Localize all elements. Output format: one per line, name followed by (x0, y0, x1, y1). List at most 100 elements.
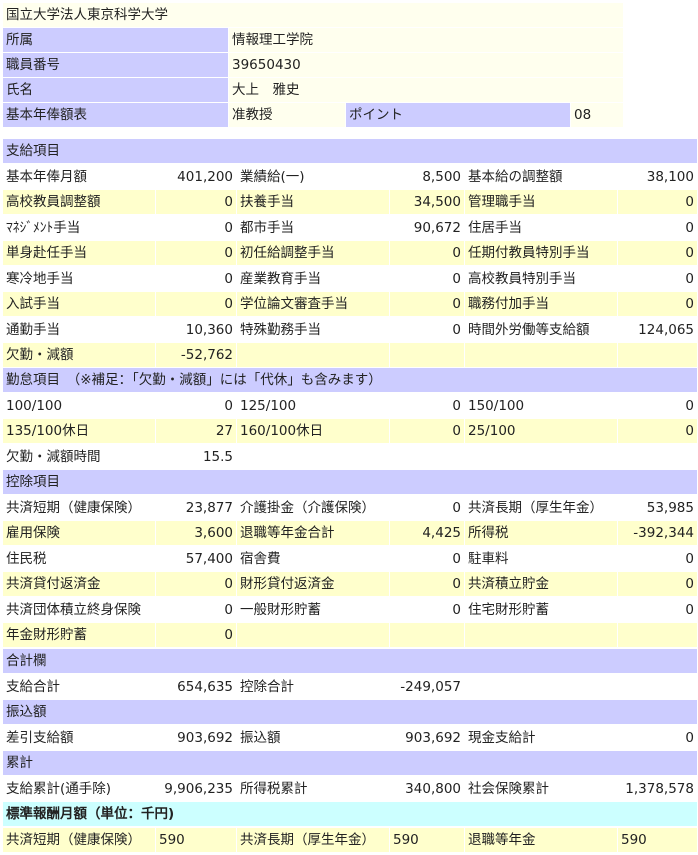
pay-item-label: ﾏﾈｼﾞﾒﾝﾄ手当 (3, 216, 155, 240)
affiliation-label: 所属 (3, 28, 228, 52)
attendance-item-value: 27 (156, 419, 236, 443)
pay-row: 寒冷地手当 0 産業教育手当 0 高校教員特別手当 0 (0, 267, 698, 291)
pay-item-label: 扶養手当 (237, 190, 389, 214)
pay-item-label: 業績給(一) (237, 165, 389, 189)
pay-item-label: 通勤手当 (3, 318, 155, 342)
pay-item-label (237, 343, 389, 367)
pay-item-value: 0 (618, 267, 697, 291)
totals-row: 支給合計 654,635 控除合計 -249,057 (0, 675, 698, 699)
deduction-row: 共済短期（健康保険） 23,877 介護掛金（介護保険） 0 共済長期（厚生年金） 53,… (0, 496, 698, 520)
deduction-item-label: 共済長期（厚生年金） (465, 496, 617, 520)
standard-row: 共済短期（健康保険） 590 共済長期（厚生年金） 590 退職等年金 590 (0, 828, 698, 852)
pay-item-label: 欠勤・減額 (3, 343, 155, 367)
salary-table-label: 基本年俸額表 (3, 103, 228, 127)
deduction-item-value: 0 (156, 572, 236, 596)
pay-item-value: 0 (156, 241, 236, 265)
info-row-salary-table: 基本年俸額表 准教授 ポイント 08 (0, 103, 698, 127)
deduction-item-label (237, 623, 389, 647)
pay-item-value: 0 (156, 216, 236, 240)
pay-item-label: 高校教員特別手当 (465, 267, 617, 291)
attendance-item-value: 15.5 (156, 445, 236, 469)
deduction-item-label: 所得税 (465, 521, 617, 545)
cumulative-item-value: 1,378,578 (618, 777, 697, 801)
totals-item-value: -249,057 (390, 675, 464, 699)
deduction-row: 住民税 57,400 宿舎費 0 駐車料 0 (0, 547, 698, 571)
transfer-item-label: 振込額 (237, 726, 389, 750)
pay-item-label: 入試手当 (3, 292, 155, 316)
cumulative-item-value: 340,800 (390, 777, 464, 801)
attendance-item-value: 0 (390, 394, 464, 418)
deduction-item-value: 0 (390, 496, 464, 520)
pay-item-label: 時間外労働等支給額 (465, 318, 617, 342)
totals-item-label: 控除合計 (237, 675, 389, 699)
attendance-item-label: 100/100 (3, 394, 155, 418)
deduction-item-label: 雇用保険 (3, 521, 155, 545)
standard-item-value: 590 (156, 828, 236, 852)
pay-item-label: 管理職手当 (465, 190, 617, 214)
staff-number-label: 職員番号 (3, 53, 228, 77)
salary-table-value: 准教授 (229, 103, 345, 127)
pay-section-header: 支給項目 (3, 139, 697, 163)
attendance-item-label: 25/100 (465, 419, 617, 443)
attendance-item-value: 0 (390, 419, 464, 443)
pay-item-label: 職務付加手当 (465, 292, 617, 316)
standard-item-label: 共済長期（厚生年金） (237, 828, 389, 852)
info-row-affiliation: 所属 情報理工学院 (0, 28, 698, 52)
transfer-section-header: 振込額 (3, 700, 697, 724)
attendance-item-value: 0 (618, 394, 697, 418)
deduction-item-label: 共済積立貯金 (465, 572, 617, 596)
attendance-item-label: 160/100休日 (237, 419, 389, 443)
pay-item-value: 0 (390, 292, 464, 316)
deduction-row: 共済貸付返済金 0 財形貸付返済金 0 共済積立貯金 0 (0, 572, 698, 596)
deduction-item-label: 住民税 (3, 547, 155, 571)
deduction-item-value: 0 (156, 623, 236, 647)
pay-item-value: 38,100 (618, 165, 697, 189)
pay-item-value: 90,672 (390, 216, 464, 240)
pay-item-value: 0 (390, 241, 464, 265)
attendance-item-value: 0 (156, 394, 236, 418)
totals-item-label: 支給合計 (3, 675, 155, 699)
pay-row: 高校教員調整額 0 扶養手当 34,500 管理職手当 0 (0, 190, 698, 214)
pay-item-value (618, 343, 697, 367)
pay-row: 入試手当 0 学位論文審査手当 0 職務付加手当 0 (0, 292, 698, 316)
deduction-item-label: 共済貸付返済金 (3, 572, 155, 596)
university-name: 国立大学法人東京科学大学 (3, 3, 623, 27)
pay-row: 単身赴任手当 0 初任給調整手当 0 任期付教員特別手当 0 (0, 241, 698, 265)
attendance-item-label (465, 445, 617, 469)
standard-item-label: 退職等年金 (465, 828, 617, 852)
deduction-row: 共済団体積立終身保険 0 一般財形貯蓄 0 住宅財形貯蓄 0 (0, 598, 698, 622)
pay-item-label: 学位論文審査手当 (237, 292, 389, 316)
pay-item-label: 任期付教員特別手当 (465, 241, 617, 265)
pay-item-value: 0 (390, 267, 464, 291)
pay-item-label: 都市手当 (237, 216, 389, 240)
deduction-item-label: 財形貸付返済金 (237, 572, 389, 596)
deduction-item-label: 年金財形貯蓄 (3, 623, 155, 647)
totals-item-value (618, 675, 697, 699)
deduction-item-label: 住宅財形貯蓄 (465, 598, 617, 622)
pay-item-value: 0 (618, 216, 697, 240)
pay-item-value: -52,762 (156, 343, 236, 367)
transfer-item-value: 903,692 (156, 726, 236, 750)
deduction-item-value: 0 (618, 547, 697, 571)
affiliation-value: 情報理工学院 (229, 28, 623, 52)
attendance-row: 欠勤・減額時間 15.5 (0, 445, 698, 469)
name-label: 氏名 (3, 78, 228, 102)
deduction-item-value: 0 (390, 598, 464, 622)
deduction-item-label: 一般財形貯蓄 (237, 598, 389, 622)
attendance-section-header: 勤怠項目 （※補足：「欠勤・減額」には「代休」も含みます） (3, 368, 697, 392)
attendance-item-label: 欠勤・減額時間 (3, 445, 155, 469)
deduction-item-value: 53,985 (618, 496, 697, 520)
staff-number-value: 39650430 (229, 53, 623, 77)
attendance-item-label: 125/100 (237, 394, 389, 418)
pay-item-label: 初任給調整手当 (237, 241, 389, 265)
attendance-item-value: 0 (618, 419, 697, 443)
deduction-item-label: 退職等年金合計 (237, 521, 389, 545)
pay-item-value: 0 (156, 292, 236, 316)
pay-item-label: 住居手当 (465, 216, 617, 240)
pay-item-value: 0 (156, 267, 236, 291)
deduction-item-value: 0 (390, 547, 464, 571)
standard-item-value: 590 (618, 828, 697, 852)
deduction-item-value: 3,600 (156, 521, 236, 545)
standard-item-label: 共済短期（健康保険） (3, 828, 155, 852)
deduction-section-header: 控除項目 (3, 470, 697, 494)
